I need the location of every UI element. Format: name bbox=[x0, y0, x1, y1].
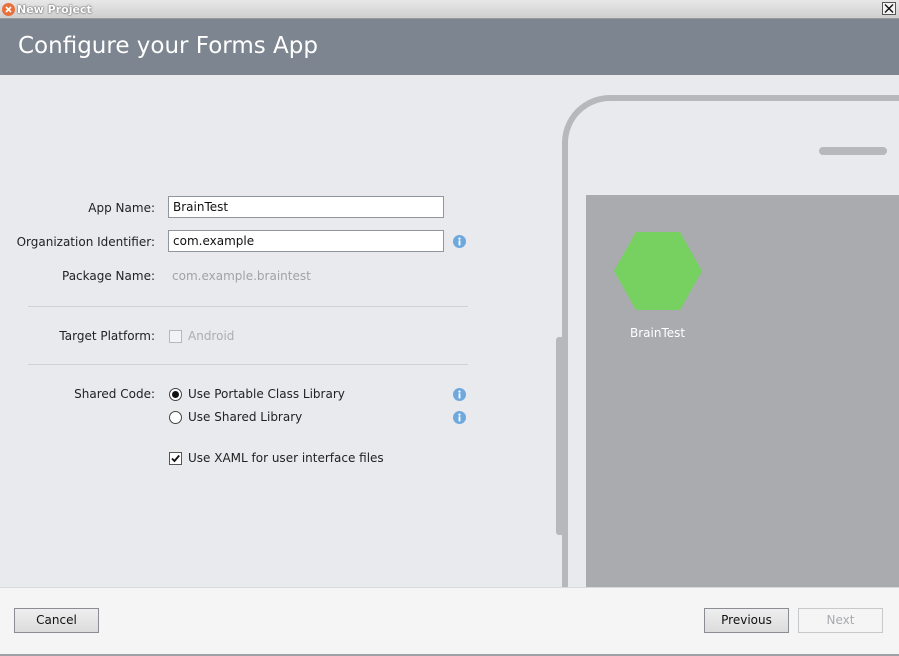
divider bbox=[28, 306, 468, 307]
shared-library-radio[interactable] bbox=[169, 411, 182, 424]
window-title: New Project bbox=[17, 3, 92, 16]
title-bar: New Project bbox=[0, 0, 899, 19]
android-checkbox bbox=[169, 330, 182, 343]
footer: Cancel Previous Next bbox=[0, 587, 899, 656]
phone-side-button bbox=[556, 337, 562, 535]
next-button: Next bbox=[798, 608, 883, 633]
xaml-checkbox[interactable] bbox=[169, 452, 182, 465]
xaml-label[interactable]: Use XAML for user interface files bbox=[188, 451, 384, 465]
shared-library-label[interactable]: Use Shared Library bbox=[188, 410, 302, 424]
portable-class-library-radio[interactable] bbox=[169, 388, 182, 401]
page-header: Configure your Forms App bbox=[0, 19, 899, 75]
phone-speaker bbox=[819, 147, 887, 155]
package-name-label: Package Name: bbox=[62, 269, 155, 283]
shared-code-label: Shared Code: bbox=[74, 387, 155, 401]
app-icon-hexagon bbox=[614, 232, 702, 310]
previous-button[interactable]: Previous bbox=[704, 608, 789, 633]
info-icon[interactable] bbox=[453, 235, 466, 248]
organization-identifier-label: Organization Identifier: bbox=[16, 235, 155, 249]
divider bbox=[28, 364, 468, 365]
cancel-button[interactable]: Cancel bbox=[14, 608, 99, 633]
app-logo-icon bbox=[2, 3, 15, 16]
app-name-label: App Name: bbox=[88, 201, 155, 215]
close-icon[interactable] bbox=[882, 2, 896, 15]
main-content: App Name: BrainTest Organization Identif… bbox=[0, 75, 899, 587]
app-icon-label: BrainTest bbox=[630, 326, 686, 340]
target-platform-label: Target Platform: bbox=[59, 329, 155, 343]
page-title: Configure your Forms App bbox=[18, 33, 318, 59]
portable-class-library-label[interactable]: Use Portable Class Library bbox=[188, 387, 345, 401]
info-icon[interactable] bbox=[453, 388, 466, 401]
android-option-label: Android bbox=[188, 329, 235, 343]
organization-identifier-input[interactable]: com.example bbox=[168, 230, 444, 252]
package-name-value: com.example.braintest bbox=[172, 269, 311, 283]
info-icon[interactable] bbox=[453, 411, 466, 424]
app-name-input[interactable]: BrainTest bbox=[168, 196, 444, 218]
